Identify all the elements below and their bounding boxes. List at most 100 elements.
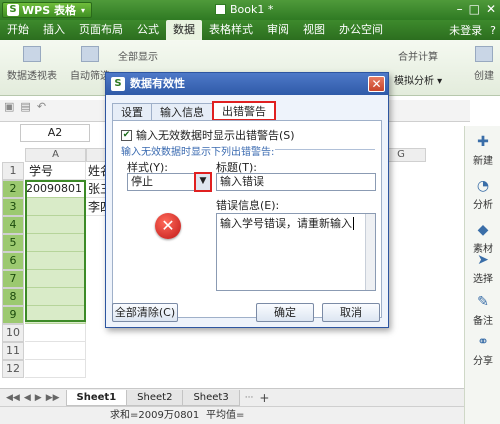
cell-a3[interactable] [25,198,86,216]
print-icon[interactable]: ▤ [20,100,30,113]
cancel-button[interactable]: 取消 [322,303,380,322]
status-sum: 求和=2009万0801 [110,410,200,421]
create-button[interactable]: 创建 [468,46,500,82]
title-input[interactable]: 输入错误 [216,173,376,191]
tab-error-alert[interactable]: 出错警告 [212,101,276,121]
menu-insert[interactable]: 插入 [36,20,72,40]
error-message-textarea[interactable]: 输入学号错误，请重新输入 [216,213,376,291]
merge-calc-button[interactable]: 合并计算 [398,48,458,63]
ok-button[interactable]: 确定 [256,303,314,322]
next-sheet-icon[interactable]: ▶ [35,393,42,403]
menu-bar: 开始 插入 页面布局 公式 数据 表格样式 审阅 视图 办公空间 未登录 ? [0,20,500,40]
sheet-tab-2[interactable]: Sheet2 [126,389,184,406]
document-title: Book1 * [215,3,273,16]
row-header[interactable]: 8 [2,288,24,306]
sidebar-item-analysis[interactable]: ◔ 分析 [465,178,500,211]
menubar-right: 未登录 ? [449,20,496,40]
pivot-table-button[interactable]: 数据透视表 [6,46,58,82]
name-box[interactable]: A2 [20,124,90,142]
cursor-icon: ➤ [477,252,489,268]
cell-a11[interactable] [25,342,86,360]
row-header[interactable]: 3 [2,198,24,216]
cell-a9[interactable] [25,306,86,324]
create-label: 创建 [474,71,494,82]
sheet-tab-1[interactable]: Sheet1 [65,389,128,406]
menu-page-layout[interactable]: 页面布局 [72,20,130,40]
column-header-a[interactable]: A [25,148,86,162]
sidebar-item-label: 分析 [473,200,493,211]
style-select[interactable]: 停止 ▼ [127,172,212,192]
row-header[interactable]: 6 [2,252,24,270]
quick-toolbar: ▣ ▤ ↶ [0,96,110,116]
menu-review[interactable]: 审阅 [260,20,296,40]
menu-office-space[interactable]: 办公空间 [332,20,390,40]
sidebar-item-select[interactable]: ➤ 选择 [465,252,500,285]
chevron-down-icon[interactable]: ▼ [194,172,212,192]
text-cursor [353,217,354,230]
undo-icon[interactable]: ↶ [37,100,46,113]
help-icon[interactable]: ? [490,24,496,37]
row-header[interactable]: 10 [2,324,24,342]
save-icon[interactable]: ▣ [4,100,14,113]
chevron-down-icon: ▾ [80,5,85,15]
row-header[interactable]: 1 [2,162,24,180]
close-icon[interactable]: ✕ [368,76,385,92]
window-controls: – □ ✕ [457,2,496,16]
menu-formula[interactable]: 公式 [130,20,166,40]
close-window-icon[interactable]: ✕ [486,2,496,16]
title-bar: S WPS 表格 ▾ Book1 * – □ ✕ [0,0,500,20]
row-header[interactable]: 11 [2,342,24,360]
cell-a5[interactable] [25,234,86,252]
tab-settings[interactable]: 设置 [112,103,152,121]
error-alert-panel: ✔ 输入无效数据时显示出错警告(S) 输入无效数据时显示下列出错警告: 样式(Y… [112,120,382,318]
first-sheet-icon[interactable]: ◀◀ [6,393,20,403]
sidebar-item-notes[interactable]: ✎ 备注 [465,294,500,327]
stop-error-icon: ✕ [155,213,181,239]
pivot-table-icon [23,46,41,62]
last-sheet-icon[interactable]: ▶▶ [46,393,60,403]
dialog-tabs: 设置 输入信息 出错警告 [112,101,276,121]
prev-sheet-icon[interactable]: ◀ [24,393,31,403]
document-name: Book1 * [230,3,274,16]
sidebar-item-new[interactable]: ✚ 新建 [465,134,500,167]
row-header[interactable]: 9 [2,306,24,324]
menu-table-style[interactable]: 表格样式 [202,20,260,40]
status-average: 平均值= [206,410,245,421]
show-all-button[interactable]: 全部显示 [118,48,178,63]
app-menu-button[interactable]: S WPS 表格 ▾ [2,2,92,18]
cell-a10[interactable] [25,324,86,342]
menu-start[interactable]: 开始 [0,20,36,40]
show-error-checkbox[interactable]: ✔ [121,129,132,141]
autofilter-label: 自动筛选 [70,71,110,82]
cell-a6[interactable] [25,252,86,270]
sheet-tab-3[interactable]: Sheet3 [182,389,240,406]
minimize-icon[interactable]: – [457,2,463,16]
cell-a12[interactable] [25,360,86,378]
sidebar-item-label: 备注 [473,316,493,327]
row-header[interactable]: 12 [2,360,24,378]
cell-a4[interactable] [25,216,86,234]
cell-a7[interactable] [25,270,86,288]
cell-a1[interactable]: 学号 [25,162,86,180]
row-header[interactable]: 5 [2,234,24,252]
login-link[interactable]: 未登录 [449,22,482,38]
show-error-checkbox-row[interactable]: ✔ 输入无效数据时显示出错警告(S) [121,127,295,143]
sidebar-item-material[interactable]: ◆ 素材 [465,222,500,255]
simulate-analysis-button[interactable]: 模拟分析 ▾ [394,72,460,87]
clear-all-button[interactable]: 全部清除(C) [112,303,178,322]
pin-icon: ✎ [477,294,489,310]
dialog-title-bar: S 数据有效性 ✕ [106,73,388,95]
add-sheet-button[interactable]: + [259,391,269,405]
sidebar-item-share[interactable]: ⚭ 分享 [465,334,500,367]
row-header[interactable]: 4 [2,216,24,234]
menu-data[interactable]: 数据 [166,20,202,40]
maximize-icon[interactable]: □ [469,2,480,16]
menu-view[interactable]: 视图 [296,20,332,40]
sheet-more-icon[interactable]: ··· [239,393,260,403]
row-header[interactable]: 2 [2,180,24,198]
cell-a2[interactable]: 20090801 [25,180,86,198]
textarea-scrollbar[interactable] [365,214,375,290]
row-header[interactable]: 7 [2,270,24,288]
tab-input-message[interactable]: 输入信息 [151,103,213,121]
cell-a8[interactable] [25,288,86,306]
